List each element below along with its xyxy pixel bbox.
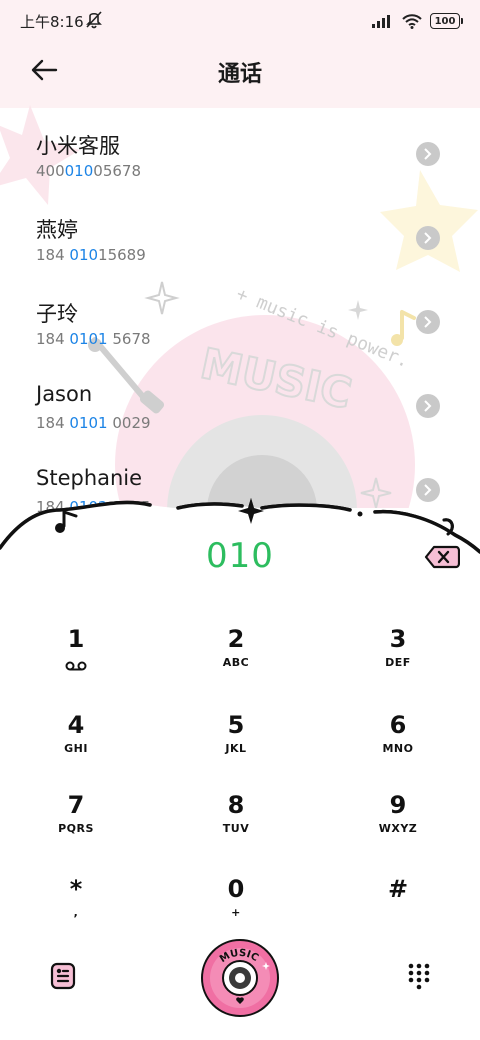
key-star[interactable]: * , [16,872,136,952]
contact-detail-chevron-icon[interactable] [416,142,440,166]
contact-results-list[interactable]: 小米客服 40001005678 燕婷 184 01015689 子玲 184 … [0,112,480,512]
contact-row[interactable]: 子玲 184 0101 5678 [0,280,480,364]
contact-number: 184 01015689 [36,246,146,264]
key-letters: , [73,906,79,919]
contacts-list-icon[interactable] [50,962,76,990]
key-1[interactable]: 1 [16,622,136,702]
key-4[interactable]: 4 GHI [16,708,136,788]
dial-keypad: 1 2 ABC 3 DEF 4 GHI 5 JKL 6 MNO 7 PQRS 8… [0,610,480,940]
key-3[interactable]: 3 DEF [338,622,458,702]
number-prefix: 184 [36,498,70,512]
key-2[interactable]: 2 ABC [176,622,296,702]
contact-detail-chevron-icon[interactable] [416,478,440,502]
status-bar: 上午8:16 100 [0,0,480,40]
wifi-icon [402,13,422,29]
key-digit: 3 [389,625,407,653]
number-match: 0101 [69,330,108,348]
key-digit: 9 [389,791,407,819]
key-digit: 6 [389,711,407,739]
battery-icon: 100 [430,13,463,29]
key-letters: GHI [64,742,88,755]
contact-number: 184 0102 4685 [36,498,151,512]
keypad-toggle-icon[interactable] [406,962,432,990]
key-digit: 7 [67,791,85,819]
key-letters: TUV [222,822,250,835]
key-digit: 0 [227,875,245,903]
contact-number: 184 0101 5678 [36,330,151,348]
call-button[interactable]: MUSIC [200,938,280,1018]
key-digit: 1 [67,625,85,653]
key-7[interactable]: 7 PQRS [16,788,136,868]
contact-detail-chevron-icon[interactable] [416,226,440,250]
key-5[interactable]: 5 JKL [176,708,296,788]
number-prefix: 184 [36,330,70,348]
contact-detail-chevron-icon[interactable] [416,394,440,418]
contact-name: Stephanie [36,466,143,490]
key-digit: * [69,875,83,903]
key-digit: 8 [227,791,245,819]
contact-number: 40001005678 [36,162,141,180]
contact-number: 184 0101 0029 [36,414,151,432]
key-letters: ABC [222,656,250,669]
contact-name: Jason [36,382,93,406]
backspace-icon[interactable] [424,543,460,571]
number-suffix: 05678 [93,162,141,180]
contact-row[interactable]: Jason 184 0101 0029 [0,364,480,448]
contact-row[interactable]: 燕婷 184 01015689 [0,196,480,280]
key-digit: 5 [227,711,245,739]
voicemail-icon [65,661,87,671]
number-prefix: 184 [36,414,70,432]
number-match: 0102 [69,498,108,512]
contact-name: 子玲 [36,302,78,326]
number-match: 010 [69,246,99,264]
header: 通话 [0,42,480,98]
contact-row[interactable]: 小米客服 40001005678 [0,112,480,196]
number-match: 010 [64,162,94,180]
number-suffix: 5678 [107,330,151,348]
key-letters: DEF [385,656,411,669]
key-letters: PQRS [58,822,94,835]
contact-name: 小米客服 [36,134,120,158]
mute-icon [86,11,102,29]
key-hash[interactable]: # [338,872,458,952]
key-letters: MNO [382,742,414,755]
key-digit: 2 [227,625,245,653]
key-letters: + [231,906,241,919]
key-8[interactable]: 8 TUV [176,788,296,868]
number-prefix: 400 [36,162,65,180]
number-prefix: 184 [36,246,70,264]
number-match: 0101 [69,414,108,432]
contact-row[interactable]: Stephanie 184 0102 4685 [0,448,480,512]
number-suffix: 15689 [98,246,146,264]
number-suffix: 0029 [107,414,151,432]
key-digit: # [387,875,409,903]
dialed-number-display[interactable]: 010 [0,536,480,576]
signal-icon [372,15,390,28]
contact-name: 燕婷 [36,218,78,242]
page-title: 通话 [217,62,262,87]
contact-detail-chevron-icon[interactable] [416,310,440,334]
key-letters: WXYZ [378,822,418,835]
key-digit: 4 [67,711,85,739]
key-6[interactable]: 6 MNO [338,708,458,788]
number-suffix: 4685 [107,498,151,512]
key-letters: JKL [225,742,247,755]
battery-level: 100 [434,15,456,27]
status-time: 上午8:16 [20,13,84,31]
key-9[interactable]: 9 WXYZ [338,788,458,868]
